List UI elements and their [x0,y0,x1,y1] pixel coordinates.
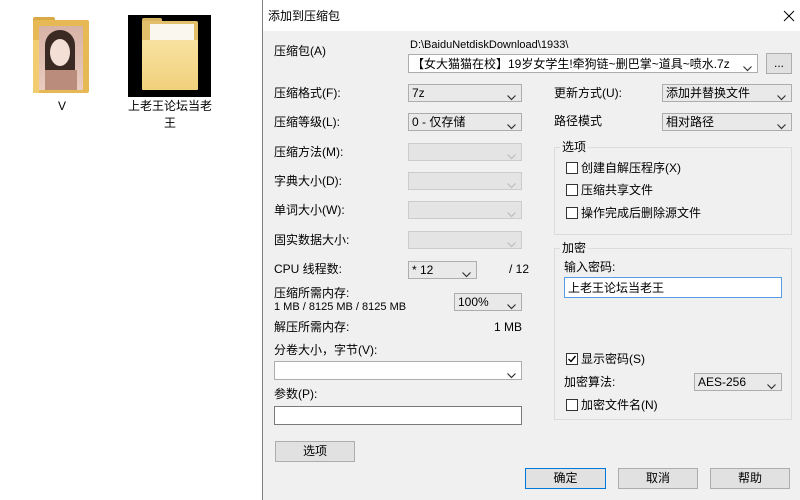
encryption-method-label: 加密算法: [564,375,616,389]
folder-front-flap [142,40,198,90]
archive-name-value: 【女大猫猫在校】19岁女学生!牵狗链~删巴掌~道具~喷水.7z [412,57,730,71]
encrypt-names-option[interactable]: 加密文件名(N) [566,398,766,412]
chevron-down-icon [507,207,516,218]
chevron-down-icon [777,90,786,101]
delete-after-checkbox[interactable] [566,207,578,219]
add-to-archive-dialog: 添加到压缩包 压缩包(A) D:\BaiduNetdiskDownload\19… [262,0,800,500]
chevron-down-icon [507,178,516,189]
desktop-item-folder[interactable]: 上老王论坛当老王 [126,14,214,130]
desktop-item-label: V [57,99,66,113]
chevron-down-icon [777,119,786,130]
decompress-memory-label: 解压所需内存: [274,320,350,334]
encryption-group-title: 加密 [560,241,589,255]
chevron-down-icon [507,299,516,310]
archive-name-combo[interactable]: 【女大猫猫在校】19岁女学生!牵狗链~删巴掌~道具~喷水.7z [408,54,758,73]
chevron-down-icon [507,237,516,248]
format-select[interactable]: 7z [408,84,522,102]
decompress-memory-value: 1 MB [493,320,522,334]
format-label: 压缩格式(F): [274,86,341,100]
path-mode-value: 相对路径 [666,115,715,129]
encryption-method-select[interactable]: AES-256 [694,373,782,391]
encryption-method-value: AES-256 [698,375,747,389]
threads-value: * 12 [412,263,434,277]
chevron-down-icon [507,119,516,130]
desktop-item-v[interactable]: V [26,14,98,118]
close-button[interactable] [774,0,800,31]
level-select[interactable]: 0 - 仅存储 [408,113,522,131]
shared-files-label: 压缩共享文件 [581,183,654,197]
level-value: 0 - 仅存储 [412,115,466,129]
delete-after-label: 操作完成后删除源文件 [581,206,702,220]
chevron-down-icon [767,379,776,390]
browse-button[interactable]: ... [766,53,792,74]
archive-folder-path: D:\BaiduNetdiskDownload\1933\ [410,39,569,51]
update-mode-label: 更新方式(U): [554,86,622,100]
dictionary-select [408,172,522,190]
title-bar[interactable]: 添加到压缩包 [263,0,800,31]
delete-after-option[interactable]: 操作完成后删除源文件 [566,206,766,220]
level-label: 压缩等级(L): [274,115,341,129]
solid-block-label: 固实数据大小: [274,233,350,247]
parameters-label: 参数(P): [274,387,318,401]
threads-max: / 12 [509,262,530,276]
options-group-title: 选项 [560,140,589,154]
word-size-label: 单词大小(W): [274,203,345,217]
show-password-checkbox[interactable] [566,353,578,365]
update-mode-select[interactable]: 添加并替换文件 [662,84,792,102]
chevron-down-icon[interactable] [507,368,516,379]
threads-label: CPU 线程数: [274,262,343,276]
help-button[interactable]: 帮助 [710,468,790,489]
method-select [408,143,522,161]
format-value: 7z [412,86,425,100]
close-icon[interactable] [783,10,795,22]
word-size-select [408,201,522,219]
password-input[interactable] [564,277,782,298]
path-mode-label: 路径模式 [554,114,603,128]
method-label: 压缩方法(M): [274,145,344,159]
photo-face [50,39,70,66]
encrypt-names-checkbox[interactable] [566,399,578,411]
volume-size-combo[interactable] [274,361,522,380]
photo-clothing [45,70,77,90]
sfx-checkbox[interactable] [566,162,578,174]
show-password-label: 显示密码(S) [581,352,645,366]
update-mode-value: 添加并替换文件 [666,86,751,100]
password-label: 输入密码: [564,260,616,274]
chevron-down-icon[interactable] [743,61,752,72]
compress-memory-detail: 1 MB / 8125 MB / 8125 MB [274,301,407,313]
path-mode-select[interactable]: 相对路径 [662,113,792,131]
parameters-input[interactable] [274,406,522,425]
memory-percent-select[interactable]: 100% [454,293,522,311]
compress-memory-label: 压缩所需内存: [274,286,350,300]
cancel-button[interactable]: 取消 [618,468,698,489]
desktop-item-label: 上老王论坛当老王 [127,99,212,130]
dictionary-label: 字典大小(D): [274,174,342,188]
chevron-down-icon [507,149,516,160]
folder-thumbnail-photo [39,26,83,90]
dialog-title: 添加到压缩包 [268,9,341,23]
archive-label: 压缩包(A) [274,44,326,58]
shared-files-option[interactable]: 压缩共享文件 [566,183,766,197]
sfx-option[interactable]: 创建自解压程序(X) [566,161,766,175]
checkmark-icon [568,355,577,363]
shared-files-checkbox[interactable] [566,184,578,196]
options-button[interactable]: 选项 [275,441,355,462]
ok-button[interactable]: 确定 [525,468,606,489]
threads-select[interactable]: * 12 [408,261,477,279]
chevron-down-icon [507,90,516,101]
show-password-option[interactable]: 显示密码(S) [566,352,766,366]
sfx-label: 创建自解压程序(X) [581,161,681,175]
encrypt-names-label: 加密文件名(N) [581,398,658,412]
chevron-down-icon [462,267,471,278]
volume-label: 分卷大小，字节(V): [274,343,378,357]
memory-percent-value: 100% [458,295,489,309]
solid-block-select [408,231,522,249]
folder-front-flap [33,40,39,93]
